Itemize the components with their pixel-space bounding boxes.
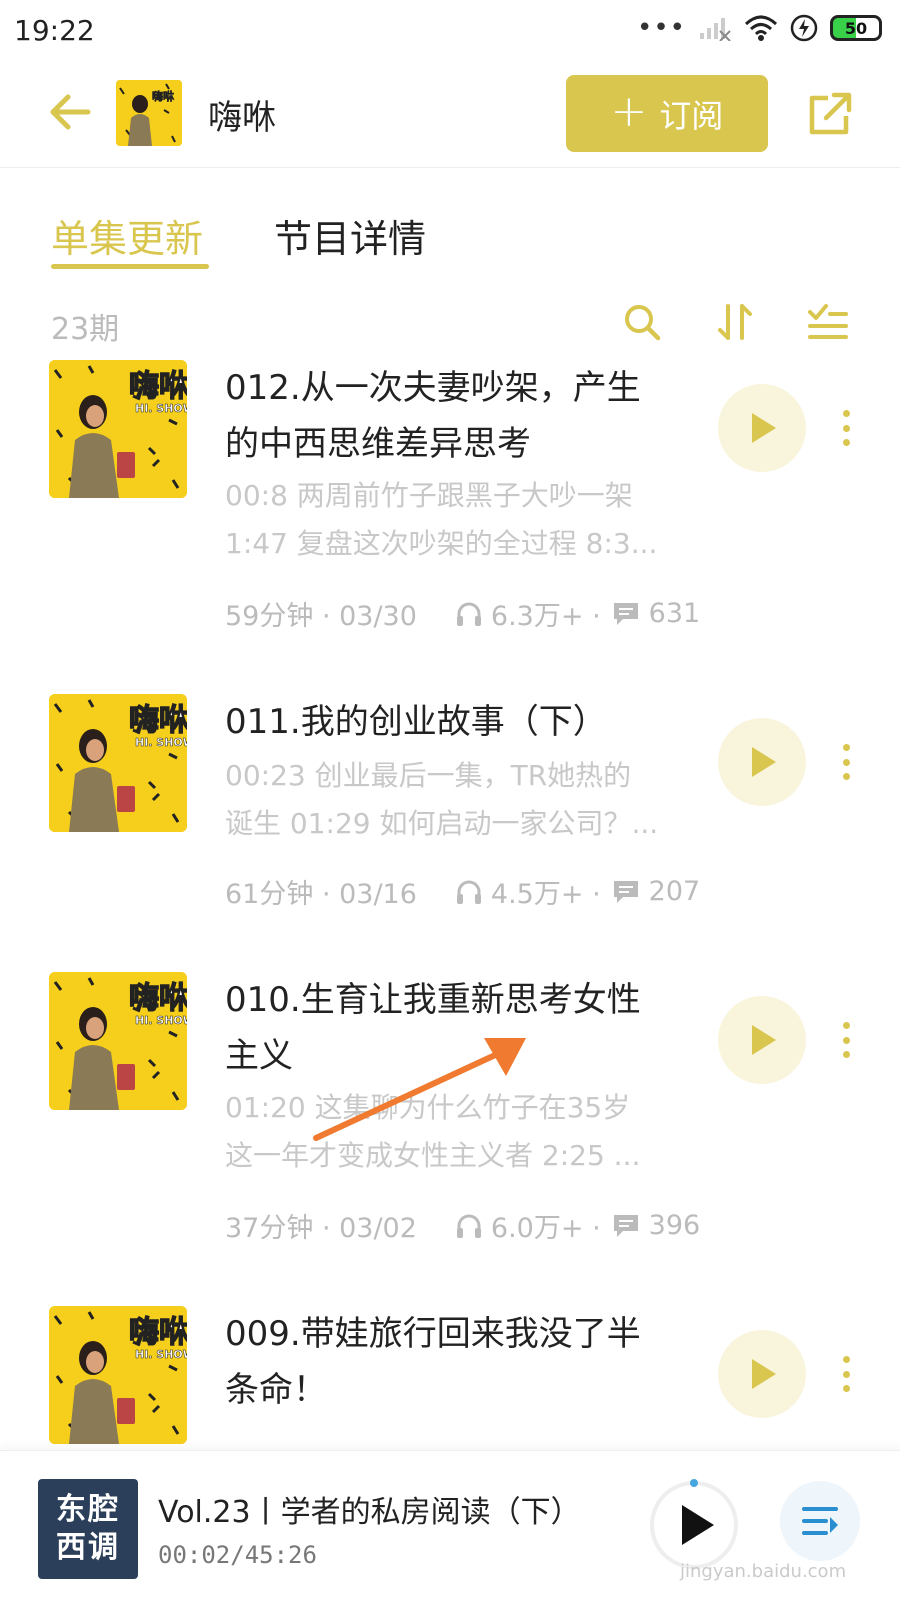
battery-indicator: 50	[830, 15, 882, 41]
episode-comments: 396	[648, 1210, 701, 1241]
play-button[interactable]	[718, 384, 806, 472]
cover-title-text: 嗨咻	[129, 703, 187, 738]
cover-title-text: 嗨咻	[129, 1315, 187, 1350]
episode-cover: 嗨咻 HI. SHOW	[49, 360, 187, 498]
back-button[interactable]	[42, 84, 98, 140]
episode-title-line: 条命！	[225, 1370, 327, 1410]
play-icon	[752, 747, 776, 777]
watermark-text: jingyan.baidu.com	[680, 1561, 847, 1582]
play-icon	[752, 1025, 776, 1055]
episode-title-line: 主义	[225, 1036, 293, 1076]
episode-cover: 嗨咻 HI. SHOW	[49, 972, 187, 1110]
now-playing-time: 00:02/45:26	[158, 1541, 317, 1569]
play-button[interactable]	[718, 996, 806, 1084]
episode-meta: 59分钟 · 03/30 6.3万+ · 631	[225, 594, 700, 633]
episode-meta: 37分钟 · 03/02 6.0万+ · 396	[225, 1206, 700, 1245]
play-button[interactable]	[718, 718, 806, 806]
episode-cover: 嗨咻 HI. SHOW	[49, 1306, 187, 1444]
episode-plays: 6.3万+ ·	[490, 601, 601, 632]
now-playing-title: Vol.23丨学者的私房阅读（下）	[158, 1495, 581, 1530]
episode-comments: 207	[648, 876, 701, 907]
tab-details[interactable]: 节目详情	[274, 208, 426, 263]
more-options-button[interactable]	[834, 738, 858, 786]
now-playing-cover-line: 西调	[56, 1530, 120, 1565]
cover-subtitle-text: HI. SHOW	[135, 736, 187, 749]
episode-desc-line: 诞生 01:29 如何启动一家公司？...	[225, 807, 659, 840]
episode-plays: 4.5万+ ·	[490, 879, 601, 910]
sort-icon[interactable]	[714, 300, 758, 344]
headphones-icon	[456, 602, 481, 626]
list-filter-icon[interactable]	[806, 300, 850, 344]
more-options-button[interactable]	[834, 404, 858, 452]
comment-icon	[613, 880, 638, 903]
wifi-icon	[744, 15, 778, 41]
episode-title-line: 010.生育让我重新思考女性	[225, 980, 641, 1020]
page-title: 嗨咻	[208, 98, 276, 138]
notification-dots-icon: •••	[636, 13, 686, 43]
play-icon	[752, 413, 776, 443]
more-options-button[interactable]	[834, 1350, 858, 1398]
headphones-icon	[456, 1214, 481, 1238]
episode-desc-line: 这一年才变成女性主义者 2:25 ...	[225, 1139, 641, 1172]
comment-icon	[613, 602, 638, 625]
episode-title[interactable]: 010.生育让我重新思考女性 主义	[225, 972, 685, 1084]
episode-item[interactable]: 嗨咻 HI. SHOW 009.带娃旅行回来我没了半 条命！	[0, 1306, 900, 1450]
active-tab-indicator	[51, 264, 209, 269]
cover-title-text: 嗨咻	[152, 89, 175, 103]
player-play-button[interactable]	[646, 1477, 742, 1573]
tab-bar: 单集更新 节目详情	[0, 168, 900, 278]
subscribe-label: 订阅	[659, 96, 724, 135]
play-button[interactable]	[718, 1330, 806, 1418]
tab-episodes[interactable]: 单集更新	[51, 208, 203, 263]
cover-subtitle-text: HI. SHOW	[135, 1348, 187, 1361]
status-bar: 19:22 ••• 50	[0, 0, 900, 62]
episode-title[interactable]: 011.我的创业故事（下）	[225, 694, 685, 750]
episode-desc-line: 00:23 创业最后一集，TR她热的	[225, 759, 632, 792]
episode-comments: 631	[648, 598, 701, 629]
subscribe-button[interactable]: + 订阅	[566, 75, 768, 152]
playlist-button[interactable]	[780, 1481, 860, 1561]
now-playing-cover: 东腔 西调	[38, 1479, 138, 1579]
cover-subtitle-text: HI. SHOW	[135, 402, 187, 415]
cover-title-text: 嗨咻	[129, 981, 187, 1016]
charging-icon	[790, 14, 818, 42]
episode-title-line: 的中西思维差异思考	[225, 424, 531, 464]
status-icons: ••• 50	[637, 14, 882, 42]
episode-plays: 6.0万+ ·	[490, 1213, 601, 1244]
comment-icon	[613, 1214, 638, 1237]
cover-title-text: 嗨咻	[129, 369, 187, 404]
episode-duration-date: 59分钟 · 03/30	[225, 601, 417, 632]
playlist-icon	[802, 1507, 838, 1535]
mini-player[interactable]: 东腔 西调 Vol.23丨学者的私房阅读（下） 00:02/45:26 jing…	[0, 1450, 900, 1600]
episode-duration-date: 37分钟 · 03/02	[225, 1213, 417, 1244]
search-icon[interactable]	[620, 300, 664, 344]
episode-title-line: 009.带娃旅行回来我没了半	[225, 1314, 641, 1354]
more-options-button[interactable]	[834, 1016, 858, 1064]
episode-description: 00:23 创业最后一集，TR她热的 诞生 01:29 如何启动一家公司？...	[225, 752, 695, 848]
list-toolbar: 23期	[0, 290, 900, 356]
episode-desc-line: 00:8 两周前竹子跟黑子大吵一架	[225, 479, 633, 512]
share-button[interactable]	[806, 90, 854, 138]
play-icon	[752, 1359, 776, 1389]
episode-title[interactable]: 009.带娃旅行回来我没了半 条命！	[225, 1306, 685, 1418]
episode-meta: 61分钟 · 03/16 4.5万+ · 207	[225, 872, 700, 911]
episode-cover: 嗨咻 HI. SHOW	[49, 694, 187, 832]
cover-subtitle-text: HI. SHOW	[135, 1014, 187, 1027]
header: 嗨咻 嗨咻 + 订阅	[0, 62, 900, 168]
episode-count: 23期	[51, 312, 120, 347]
podcast-cover: 嗨咻	[116, 80, 182, 146]
episode-duration-date: 61分钟 · 03/16	[225, 879, 417, 910]
signal-icon	[700, 18, 731, 41]
episode-title-line: 011.我的创业故事（下）	[225, 702, 607, 742]
headphones-icon	[456, 880, 481, 904]
episode-description: 01:20 这集聊为什么竹子在35岁 这一年才变成女性主义者 2:25 ...	[225, 1084, 695, 1180]
episode-desc-line: 1:47 复盘这次吵架的全过程 8:3...	[225, 527, 658, 560]
status-time: 19:22	[14, 14, 95, 47]
episode-desc-line: 01:20 这集聊为什么竹子在35岁	[225, 1091, 631, 1124]
now-playing-cover-line: 东腔	[56, 1492, 120, 1527]
episode-title[interactable]: 012.从一次夫妻吵架，产生 的中西思维差异思考	[225, 360, 685, 472]
episode-title-line: 012.从一次夫妻吵架，产生	[225, 368, 641, 408]
episode-description: 00:8 两周前竹子跟黑子大吵一架 1:47 复盘这次吵架的全过程 8:3...	[225, 472, 695, 568]
plus-icon: +	[610, 85, 648, 137]
